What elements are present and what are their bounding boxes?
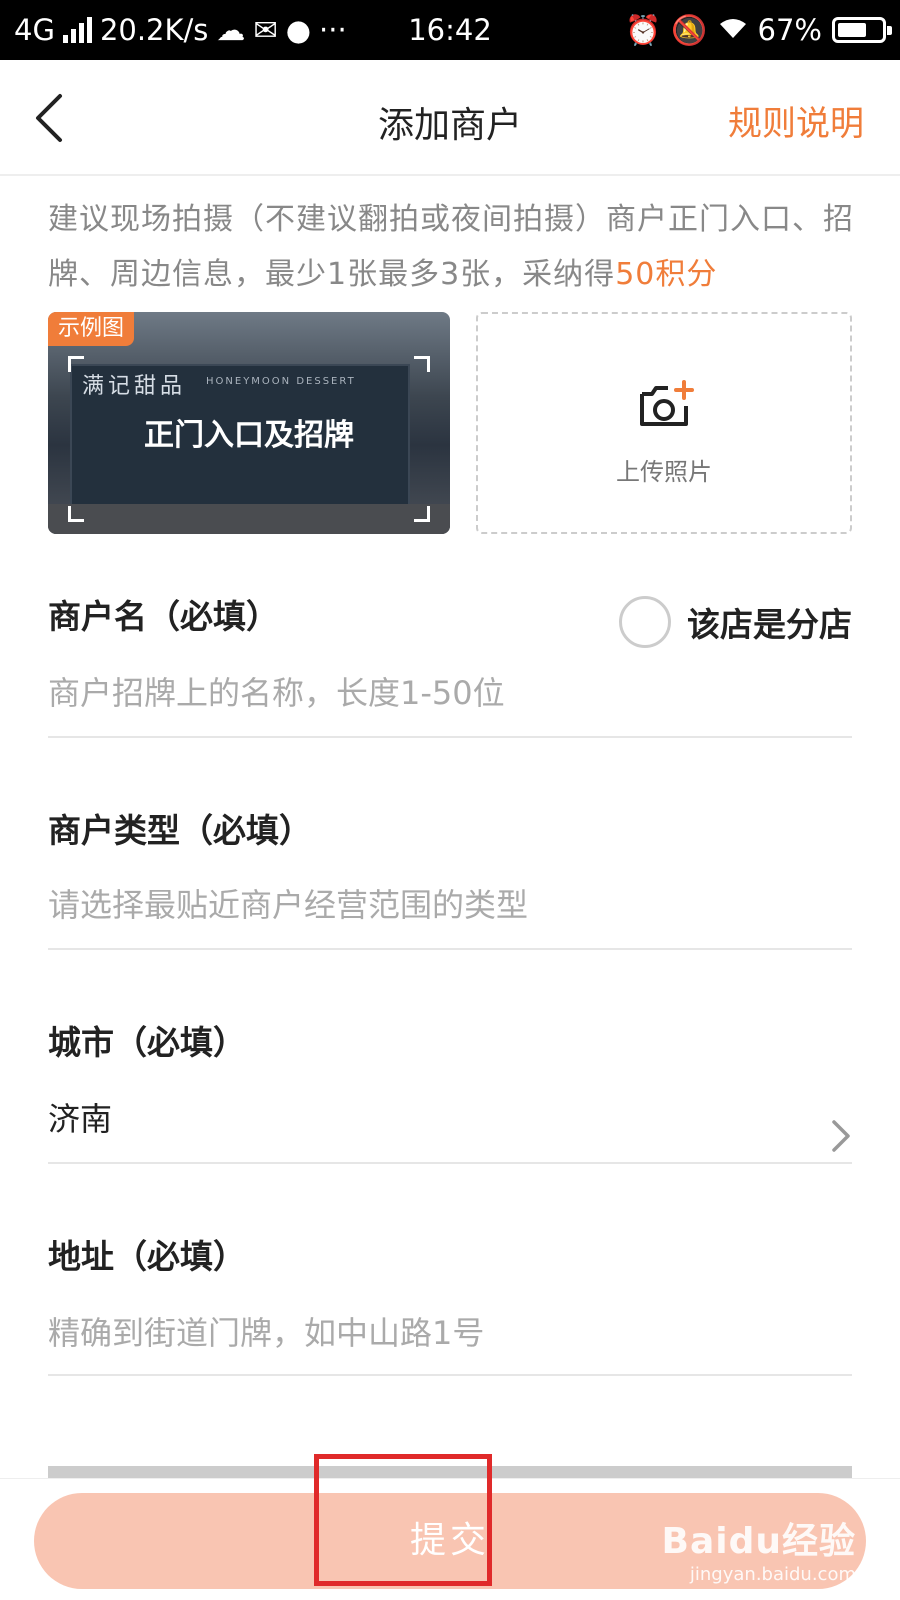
divider	[48, 1374, 852, 1376]
watermark: Baidu经验 jingyan.baidu.com	[662, 1512, 856, 1585]
frame-corner	[68, 356, 84, 372]
branch-label: 该店是分店	[687, 605, 852, 644]
mute-icon: 🔕	[671, 13, 708, 47]
address-label: 地址（必填）	[48, 1237, 246, 1276]
frame-corner	[414, 506, 430, 522]
alarm-icon: ⏰	[625, 13, 662, 47]
watermark-logo: Baidu经验	[661, 1521, 856, 1562]
upload-photo-button[interactable]: 上传照片	[476, 312, 852, 534]
photo-tip-text: 建议现场拍摄（不建议翻拍或夜间拍摄）商户正门入口、招牌、周边信息，最少1张最多3…	[48, 202, 854, 292]
divider	[48, 736, 852, 738]
merchant-name-input[interactable]: 商户招牌上的名称，长度1-50位	[48, 668, 505, 714]
frame-corner	[68, 506, 84, 522]
example-sign: 满记甜品	[82, 374, 187, 399]
frame-corner	[414, 356, 430, 372]
battery-percent: 67%	[757, 13, 822, 47]
wifi-icon	[718, 12, 748, 48]
city-label: 城市（必填）	[48, 1023, 246, 1062]
upload-label: 上传照片	[616, 458, 712, 486]
branch-radio[interactable]	[619, 596, 671, 648]
merchant-name-label: 商户名（必填）	[48, 597, 279, 636]
status-bar: 4G 20.2K/s ☁ ✉ ● ··· 16:42 ⏰ 🔕 67%	[0, 0, 900, 60]
city-select[interactable]: 济南	[48, 1094, 112, 1140]
example-caption: 正门入口及招牌	[144, 418, 354, 453]
address-input[interactable]: 精确到街道门牌，如中山路1号	[48, 1308, 484, 1354]
navbar: 添加商户 规则说明	[0, 60, 900, 176]
battery-icon	[832, 17, 892, 43]
watermark-url: jingyan.baidu.com	[689, 1564, 856, 1585]
battery-fill	[838, 23, 866, 37]
merchant-type-select[interactable]: 请选择最贴近商户经营范围的类型	[48, 880, 528, 926]
chevron-right-icon[interactable]	[830, 1118, 852, 1154]
example-photo[interactable]: 满记甜品 HONEYMOON DESSERT 正门入口及招牌 示例图	[48, 312, 450, 534]
example-sign-sub: HONEYMOON DESSERT	[206, 376, 356, 387]
photo-tip: 建议现场拍摄（不建议翻拍或夜间拍摄）商户正门入口、招牌、周边信息，最少1张最多3…	[48, 192, 858, 302]
example-tag: 示例图	[48, 312, 135, 346]
rules-link[interactable]: 规则说明	[728, 96, 864, 145]
divider	[48, 948, 852, 950]
branch-store-toggle[interactable]: 该店是分店	[619, 596, 852, 648]
floor-illustration	[48, 504, 450, 534]
divider	[48, 1162, 852, 1164]
annotation-highlight	[314, 1454, 492, 1586]
status-right: ⏰ 🔕 67%	[625, 12, 892, 48]
merchant-type-label: 商户类型（必填）	[48, 811, 312, 850]
add-camera-icon	[640, 380, 694, 426]
reward-points: 50积分	[615, 257, 718, 292]
